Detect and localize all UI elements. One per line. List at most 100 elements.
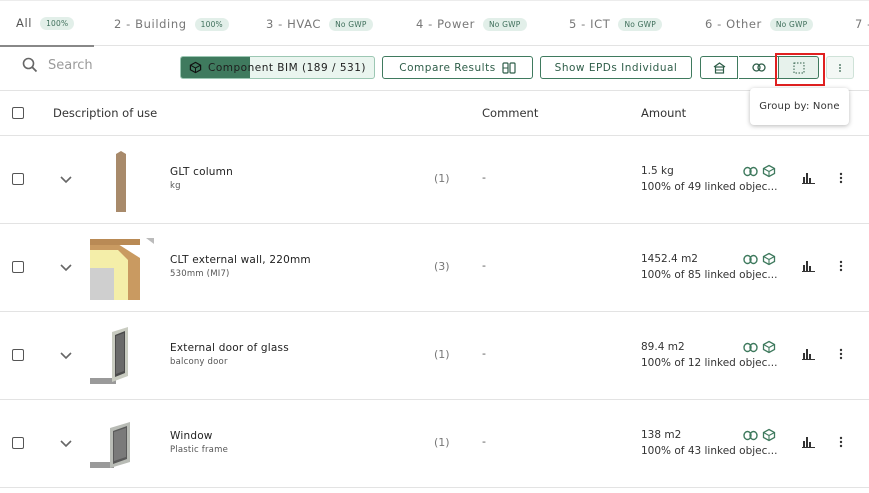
row-amount: 1.5 kg: [641, 165, 674, 177]
select-all-checkbox[interactable]: [12, 107, 24, 119]
bar-chart-icon[interactable]: [802, 436, 815, 448]
bar-chart-icon[interactable]: [802, 260, 815, 272]
more-vertical-icon[interactable]: [838, 436, 844, 448]
tab-label: All: [16, 16, 33, 30]
window-thumbnail: [90, 422, 130, 468]
tab-next[interactable]: 7 -: [855, 1, 869, 47]
bim-icon[interactable]: [762, 428, 776, 442]
tab-badge: 100%: [194, 17, 229, 31]
row-linked: 100% of 43 linked objec...: [641, 445, 778, 457]
tab-label: 3 - HVAC: [266, 17, 322, 31]
bim-icon[interactable]: [762, 164, 776, 178]
building-view-button[interactable]: [700, 56, 738, 79]
tab-badge: No GWP: [329, 17, 373, 31]
row-sub: balcony door: [170, 357, 228, 367]
header-comment: Comment: [482, 106, 539, 120]
tab-label: 2 - Building: [114, 17, 187, 31]
search-icon: [22, 57, 38, 73]
row-amount: 138 m2: [641, 429, 682, 441]
row-sub: kg: [170, 181, 181, 191]
link-icon[interactable]: [743, 342, 758, 353]
tab-badge: No GWP: [769, 17, 814, 31]
link-icon: [751, 63, 766, 72]
chevron-down-icon[interactable]: [58, 259, 74, 275]
table-row[interactable]: GLT column kg (1) - 1.5 kg 100% of 49 li…: [0, 136, 869, 224]
tab-other[interactable]: 6 - Other No GWP: [705, 1, 814, 47]
row-comment: -: [482, 259, 486, 272]
more-vertical-icon[interactable]: [838, 348, 844, 360]
row-amount: 89.4 m2: [641, 341, 685, 353]
header-amount: Amount: [641, 106, 687, 120]
more-vertical-icon[interactable]: [838, 260, 844, 272]
toolbar: Search Component BIM (189 / 531) Compare…: [0, 46, 869, 91]
row-comment: -: [482, 435, 486, 448]
building-icon: [713, 61, 725, 74]
chevron-down-icon[interactable]: [58, 347, 74, 363]
tab-label: 7 -: [855, 17, 869, 31]
glt-column-thumbnail: [116, 151, 126, 212]
compare-results-button[interactable]: Compare Results: [382, 56, 533, 79]
tab-power[interactable]: 4 - Power No GWP: [416, 1, 527, 47]
bim-icon: [189, 61, 202, 74]
chevron-down-icon[interactable]: [58, 435, 74, 451]
row-amount: 1452.4 m2: [641, 253, 698, 265]
row-comment: -: [482, 347, 486, 360]
table-header: Description of use Comment Amount: [0, 91, 869, 136]
row-name: CLT external wall, 220mm: [170, 254, 311, 266]
highlight-box: [775, 53, 825, 86]
tab-badge: No GWP: [482, 17, 527, 31]
row-linked: 100% of 85 linked objec...: [641, 269, 778, 281]
compare-results-label: Compare Results: [399, 61, 496, 74]
table-row[interactable]: Window Plastic frame (1) - 138 m2 100% o…: [0, 400, 869, 488]
show-epds-button[interactable]: Show EPDs Individual: [540, 56, 692, 79]
tab-all[interactable]: All 100%: [0, 1, 95, 47]
tab-label: 4 - Power: [416, 17, 475, 31]
row-name: Window: [170, 430, 213, 442]
show-epds-label: Show EPDs Individual: [554, 61, 678, 74]
link-icon[interactable]: [743, 430, 758, 441]
row-checkbox[interactable]: [12, 261, 24, 273]
bar-chart-icon[interactable]: [802, 172, 815, 184]
row-count: (1): [434, 348, 450, 361]
row-name: GLT column: [170, 166, 233, 178]
component-bim-button[interactable]: Component BIM (189 / 531): [180, 56, 375, 79]
header-description: Description of use: [53, 106, 158, 120]
row-checkbox[interactable]: [12, 437, 24, 449]
link-icon[interactable]: [743, 166, 758, 177]
table-row[interactable]: External door of glass balcony door (1) …: [0, 312, 869, 400]
compare-icon: [502, 61, 516, 74]
tab-label: 5 - ICT: [569, 17, 611, 31]
tab-badge: 100%: [40, 16, 75, 30]
search-box[interactable]: Search: [22, 57, 93, 73]
category-tabs: All 100% 2 - Building 100% 3 - HVAC No G…: [0, 0, 869, 47]
link-view-button[interactable]: [739, 56, 779, 79]
tab-building[interactable]: 2 - Building 100%: [114, 1, 229, 47]
row-checkbox[interactable]: [12, 349, 24, 361]
bar-chart-icon[interactable]: [802, 348, 815, 360]
row-linked: 100% of 12 linked objec...: [641, 357, 778, 369]
row-sub: Plastic frame: [170, 445, 228, 455]
bim-icon[interactable]: [762, 340, 776, 354]
more-vertical-icon[interactable]: [838, 172, 844, 184]
component-bim-label: Component BIM (189 / 531): [208, 61, 366, 74]
bim-icon[interactable]: [762, 252, 776, 266]
row-sub: 530mm (MI7): [170, 269, 230, 279]
clt-wall-thumbnail: [90, 238, 154, 300]
tab-label: 6 - Other: [705, 17, 762, 31]
more-options-button[interactable]: [826, 56, 854, 79]
tab-ict[interactable]: 5 - ICT No GWP: [569, 1, 662, 47]
table-row[interactable]: CLT external wall, 220mm 530mm (MI7) (3)…: [0, 224, 869, 312]
row-name: External door of glass: [170, 342, 289, 354]
tab-badge: No GWP: [618, 17, 662, 31]
row-count: (1): [434, 172, 450, 185]
row-checkbox[interactable]: [12, 173, 24, 185]
chevron-down-icon[interactable]: [58, 171, 74, 187]
link-icon[interactable]: [743, 254, 758, 265]
search-input[interactable]: Search: [48, 58, 93, 73]
more-vertical-icon: [839, 63, 841, 72]
row-count: (1): [434, 436, 450, 449]
door-thumbnail: [90, 327, 128, 384]
row-comment: -: [482, 171, 486, 184]
row-linked: 100% of 49 linked objec...: [641, 181, 778, 193]
tab-hvac[interactable]: 3 - HVAC No GWP: [266, 1, 373, 47]
